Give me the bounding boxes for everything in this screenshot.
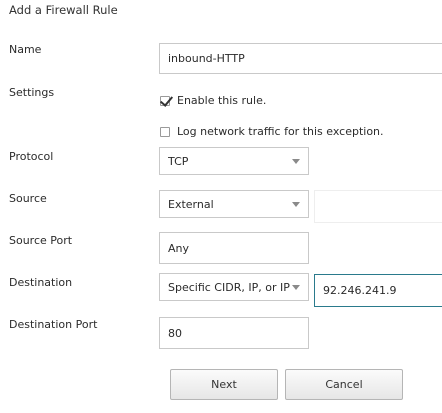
source-address-input[interactable] bbox=[314, 190, 442, 223]
log-traffic-option[interactable]: Log network traffic for this exception. bbox=[160, 125, 384, 138]
enable-rule-checkbox[interactable] bbox=[160, 95, 170, 106]
name-input-value: inbound-HTTP bbox=[168, 52, 245, 65]
protocol-label: Protocol bbox=[9, 150, 54, 163]
name-input[interactable]: inbound-HTTP bbox=[159, 43, 442, 74]
cancel-button[interactable]: Cancel bbox=[285, 369, 403, 400]
name-label: Name bbox=[9, 43, 42, 56]
destination-select[interactable]: Specific CIDR, IP, or IP bbox=[159, 273, 309, 301]
log-traffic-label: Log network traffic for this exception. bbox=[177, 125, 384, 138]
destination-select-value: Specific CIDR, IP, or IP bbox=[168, 280, 290, 294]
settings-label: Settings bbox=[9, 86, 55, 99]
next-button[interactable]: Next bbox=[170, 369, 278, 400]
source-select-value: External bbox=[168, 197, 214, 211]
dialog-title: Add a Firewall Rule bbox=[9, 3, 118, 17]
enable-rule-label: Enable this rule. bbox=[177, 94, 267, 107]
destination-address-value: 92.246.241.9 bbox=[323, 284, 397, 297]
destination-port-label: Destination Port bbox=[9, 318, 98, 331]
chevron-down-icon bbox=[292, 158, 300, 164]
source-port-value: Any bbox=[168, 241, 190, 255]
source-port-input[interactable]: Any bbox=[159, 232, 309, 264]
protocol-select[interactable]: TCP bbox=[159, 147, 309, 175]
protocol-select-value: TCP bbox=[168, 154, 189, 168]
source-label: Source bbox=[9, 192, 47, 205]
chevron-down-icon bbox=[292, 201, 300, 207]
source-select[interactable]: External bbox=[159, 190, 309, 218]
destination-address-input[interactable]: 92.246.241.9 bbox=[314, 274, 442, 307]
chevron-down-icon bbox=[292, 284, 300, 290]
enable-rule-option[interactable]: Enable this rule. bbox=[160, 94, 266, 107]
destination-label: Destination bbox=[9, 276, 73, 289]
destination-port-input[interactable]: 80 bbox=[159, 317, 309, 349]
source-port-label: Source Port bbox=[9, 234, 73, 247]
destination-port-value: 80 bbox=[168, 326, 182, 340]
log-traffic-checkbox[interactable] bbox=[160, 126, 170, 137]
